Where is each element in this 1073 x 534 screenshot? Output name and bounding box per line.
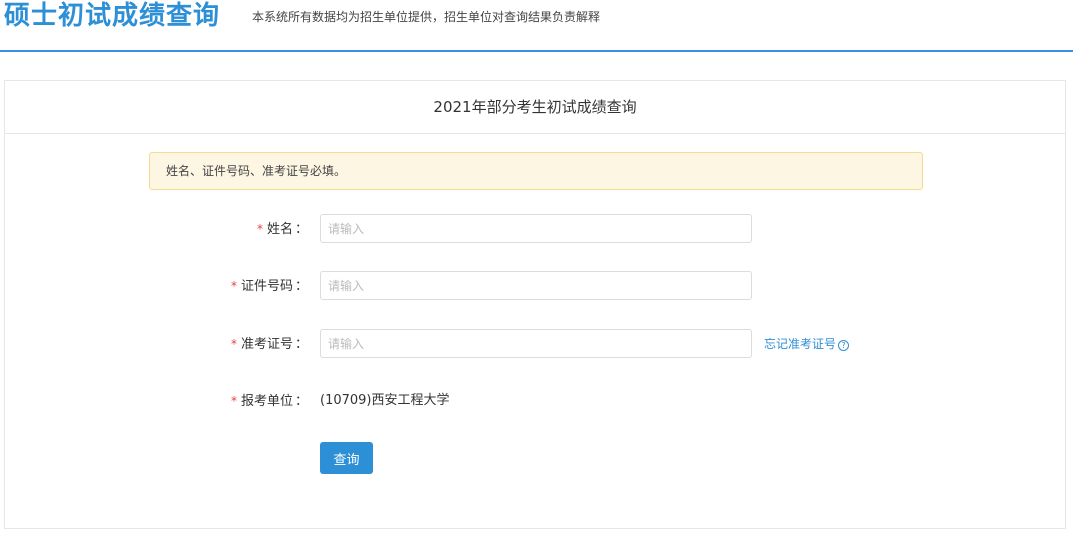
name-input[interactable] (320, 214, 752, 243)
required-marker: * (230, 279, 237, 293)
institution-value: (10709)西安工程大学 (320, 393, 450, 408)
exam-number-label-text: 准考证号 (240, 337, 293, 352)
required-marker: * (230, 394, 237, 408)
site-title: 硕士初试成绩查询 (4, 1, 221, 31)
label-colon: ： (294, 394, 308, 409)
name-label-text: 姓名 (266, 222, 293, 237)
exam-number-label: * 准考证号： (5, 329, 308, 360)
query-panel: 2021年部分考生初试成绩查询 姓名、证件号码、准考证号必填。 *姓名： *证件… (4, 80, 1066, 529)
page-header: 硕士初试成绩查询 本系统所有数据均为招生单位提供，招生单位对查询结果负责解释 (0, 0, 1073, 52)
required-fields-notice: 姓名、证件号码、准考证号必填。 (149, 152, 923, 190)
name-label: * 姓名： (5, 214, 308, 245)
id-number-row: * 证件号码： (5, 271, 1065, 301)
label-colon: ： (294, 279, 308, 294)
site-subtitle: 本系统所有数据均为招生单位提供，招生单位对查询结果负责解释 (252, 10, 601, 24)
name-row: * 姓名： (5, 214, 1065, 244)
forgot-exam-number-link[interactable]: 忘记准考证号? (764, 329, 850, 359)
label-colon: ： (294, 337, 308, 352)
forgot-exam-number-text[interactable]: 忘记准考证号 (764, 337, 836, 351)
id-number-input[interactable] (320, 271, 752, 300)
required-marker: * (256, 222, 263, 236)
exam-number-row: *准考证号： 忘记准考证号? (5, 329, 1065, 359)
panel-title: 2021年部分考生初试成绩查询 (433, 98, 637, 116)
institution-label: * 报考单位： (5, 386, 308, 417)
question-circle-icon[interactable]: ? (838, 340, 850, 351)
id-number-label: * 证件号码： (5, 271, 308, 302)
required-marker: * (230, 337, 237, 351)
institution-label-text: 报考单位 (240, 394, 293, 409)
exam-number-input[interactable] (320, 329, 752, 358)
panel-header: 2021年部分考生初试成绩查询 (5, 81, 1065, 134)
id-number-label-text: 证件号码 (240, 279, 293, 294)
query-button[interactable]: 查询 (320, 442, 373, 474)
label-colon: ： (294, 222, 308, 237)
institution-row: * 报考单位： (10709)西安工程大学 (5, 386, 1065, 416)
